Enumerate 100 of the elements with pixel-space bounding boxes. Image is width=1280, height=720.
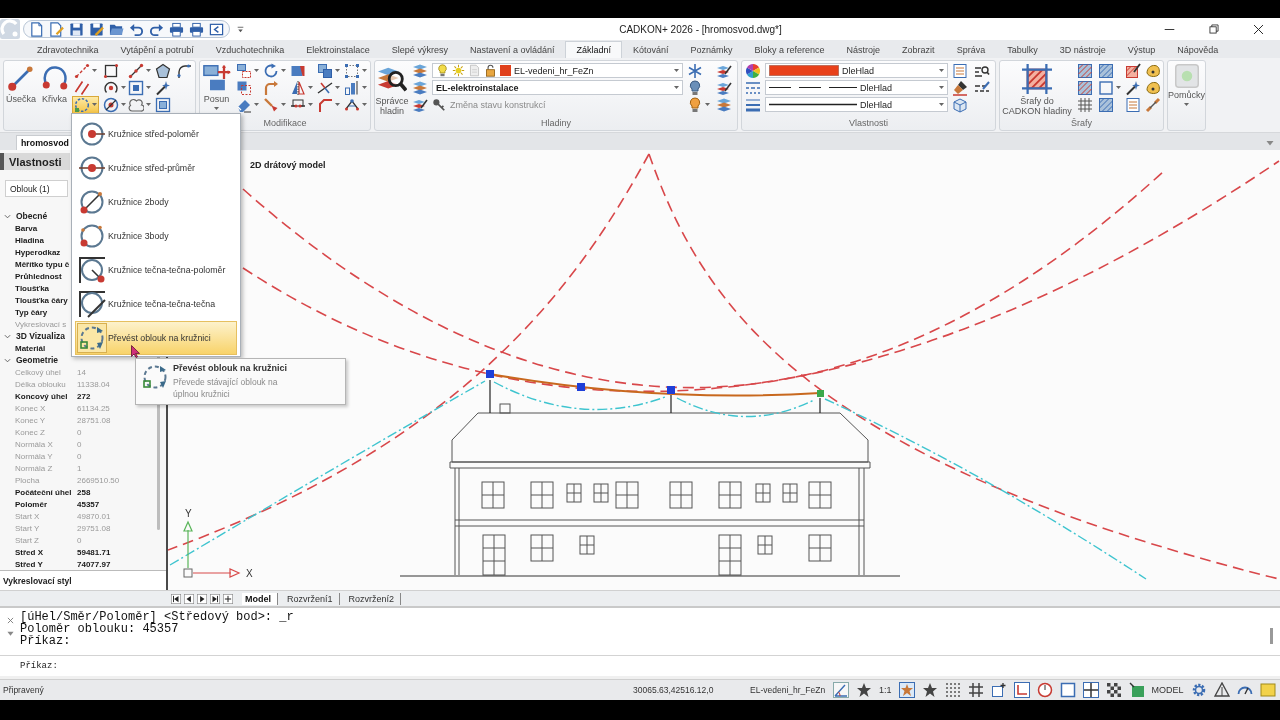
ribbon-tab[interactable]: Slepé výkresy <box>380 41 459 58</box>
crosshair-icon[interactable] <box>1082 682 1099 698</box>
grip-marker[interactable] <box>486 370 494 378</box>
caret-icon[interactable] <box>335 103 340 106</box>
ribbon-tab[interactable]: Správa <box>945 41 997 58</box>
undo-icon[interactable] <box>129 21 144 37</box>
ribbon-button[interactable]: Šrafy do CADKON hladiny <box>1001 62 1073 116</box>
property-value[interactable]: 59481.71 <box>77 547 111 557</box>
dashed-circle-icon[interactable] <box>74 96 90 113</box>
caret-icon[interactable] <box>281 69 286 72</box>
scrollbar[interactable] <box>1270 628 1273 644</box>
move-icon[interactable] <box>202 64 231 92</box>
pole-line[interactable] <box>819 397 821 414</box>
snowflake-icon[interactable] <box>687 62 703 79</box>
hatch-icon[interactable] <box>1098 62 1114 79</box>
circle-target-icon[interactable] <box>103 96 119 113</box>
caret-icon[interactable] <box>705 103 710 106</box>
property-value[interactable]: 258 <box>77 487 91 497</box>
caret-icon[interactable] <box>146 69 151 72</box>
plus-icon[interactable] <box>223 593 233 604</box>
section-header[interactable]: 3D Vizualiza <box>16 331 65 341</box>
layout-tab[interactable]: Model <box>242 592 278 605</box>
ribbon-tab[interactable]: Nápověda <box>1166 41 1230 58</box>
pole-line[interactable] <box>670 394 672 414</box>
block-icon[interactable] <box>1128 682 1145 698</box>
model-space-toggle[interactable]: MODEL <box>1151 685 1184 695</box>
color-wheel-icon[interactable] <box>745 62 761 79</box>
ribbon-tab[interactable]: Nastavení a ovládání <box>458 41 566 58</box>
bulb-icon[interactable] <box>687 79 703 96</box>
document-icon[interactable] <box>29 21 44 37</box>
property-dropdown[interactable]: DleHlad <box>765 97 948 112</box>
ribbon-tab[interactable]: Kótování <box>622 41 680 58</box>
grip-marker[interactable] <box>817 390 824 397</box>
layers-icon[interactable] <box>412 62 428 79</box>
layers-icon[interactable] <box>716 96 732 113</box>
caret-icon[interactable] <box>939 103 944 106</box>
star-icon[interactable] <box>921 682 938 698</box>
caret-icon[interactable] <box>308 86 313 89</box>
caret-icon[interactable] <box>362 103 367 106</box>
next-icon[interactable] <box>197 593 207 604</box>
document-pen-icon[interactable] <box>49 21 64 37</box>
bulb-icon[interactable] <box>436 64 449 77</box>
ribbon-tab[interactable]: Zdravotechnika <box>26 41 110 58</box>
panel-footer[interactable]: Vykreslovací styl <box>0 570 166 590</box>
list-icon[interactable] <box>952 62 968 79</box>
ribbon-tab[interactable]: Vytápění a potrubí <box>109 41 205 58</box>
chevron-down-icon[interactable] <box>4 332 11 340</box>
building-facade-drawing[interactable] <box>449 403 871 576</box>
caret-icon[interactable] <box>214 107 219 110</box>
chain-icon[interactable] <box>1145 96 1161 113</box>
line-points-icon[interactable] <box>128 62 144 79</box>
property-dropdown[interactable]: DleHlad <box>765 80 948 95</box>
dot-grid-icon[interactable] <box>944 682 961 698</box>
caret-icon[interactable] <box>1116 86 1121 89</box>
chevron-down-icon[interactable] <box>4 356 11 364</box>
property-value[interactable]: 74077.97 <box>77 559 111 569</box>
grip-marker[interactable] <box>577 383 585 391</box>
property-dropdown[interactable]: DleHlad <box>765 63 948 78</box>
ribbon-tab[interactable]: Poznámky <box>679 41 744 58</box>
caret-icon[interactable] <box>92 103 97 106</box>
curved-arrow-icon[interactable] <box>263 79 279 96</box>
ribbon-tab[interactable]: Základní <box>565 41 622 58</box>
section-header[interactable]: Geometrie <box>16 355 59 365</box>
layout-tab[interactable]: Rozvržení1 <box>284 592 340 605</box>
caret-icon[interactable] <box>674 86 679 89</box>
brush-icon[interactable] <box>263 96 279 113</box>
section-header[interactable]: Obecné <box>16 211 48 221</box>
copy-icon[interactable] <box>236 62 252 79</box>
caret-icon[interactable] <box>146 86 151 89</box>
caret-icon[interactable] <box>281 103 286 106</box>
chevron-down-icon[interactable] <box>4 212 11 220</box>
skip-first-icon[interactable] <box>171 593 181 604</box>
hatch-pen-icon[interactable] <box>1125 62 1141 79</box>
menu-item[interactable]: Kružnice střed-poloměr <box>75 117 237 151</box>
polygon-icon[interactable] <box>155 62 171 79</box>
pole-line[interactable] <box>489 379 491 414</box>
stacked-squares-icon[interactable] <box>317 62 333 79</box>
caret-icon[interactable] <box>362 86 367 89</box>
property-value[interactable]: 272 <box>77 391 91 401</box>
bulb-icon[interactable] <box>687 96 703 113</box>
square-icon[interactable] <box>1059 682 1076 698</box>
caret-icon[interactable] <box>335 69 340 72</box>
dotted-rectangle-icon[interactable] <box>344 62 360 79</box>
explode-icon[interactable] <box>344 96 360 113</box>
layer-dropdown[interactable]: EL-elektroinstalace <box>432 80 683 95</box>
caret-icon[interactable] <box>674 69 679 72</box>
circle-icon[interactable] <box>1036 682 1053 698</box>
caret-icon[interactable] <box>121 86 126 89</box>
bars-icon[interactable] <box>344 79 360 96</box>
caret-icon[interactable] <box>254 103 259 106</box>
corner-icon[interactable] <box>317 96 333 113</box>
split-button[interactable] <box>72 95 99 114</box>
dashed-rectangle-icon[interactable] <box>236 79 252 96</box>
paint-brush-icon[interactable] <box>952 79 968 96</box>
parallel-lines-icon[interactable] <box>74 79 90 96</box>
caret-icon[interactable] <box>1266 139 1274 147</box>
redo-icon[interactable] <box>149 21 164 37</box>
rectangle-icon[interactable] <box>103 62 119 79</box>
ribbon-button[interactable]: Úsečka <box>5 62 37 104</box>
caret-icon[interactable] <box>92 69 97 72</box>
